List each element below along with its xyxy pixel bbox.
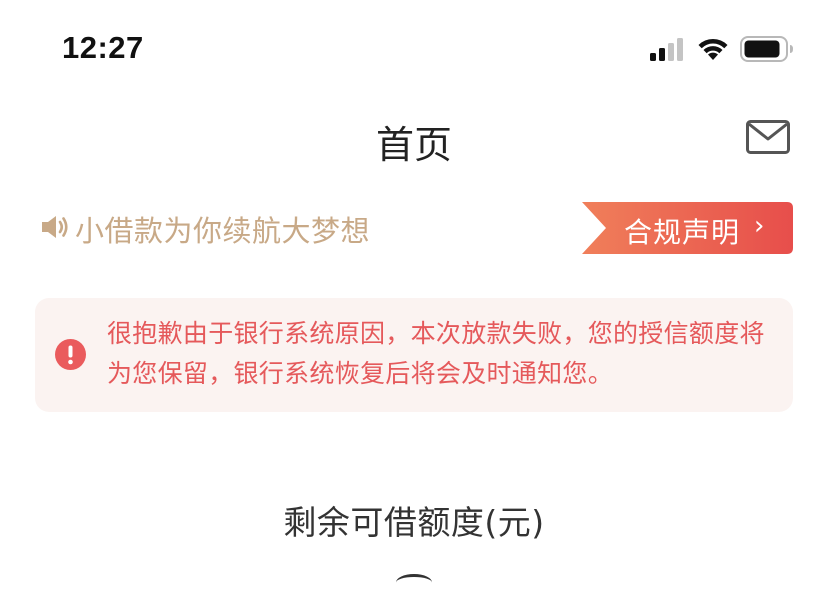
compliance-statement-button[interactable]: 合规声明 › bbox=[582, 202, 793, 254]
nav-bar: 首页 bbox=[0, 96, 828, 184]
mail-icon bbox=[746, 120, 790, 154]
credit-amount-partial bbox=[396, 574, 432, 591]
notice-text: 小借款为你续航大梦想 bbox=[75, 214, 371, 248]
status-icons bbox=[650, 36, 794, 62]
battery-icon bbox=[740, 36, 794, 62]
status-bar: 12:27 bbox=[0, 0, 828, 96]
wifi-icon bbox=[696, 36, 730, 62]
mail-button[interactable] bbox=[746, 120, 790, 154]
status-time: 12:27 bbox=[62, 30, 144, 65]
alert-icon bbox=[55, 339, 86, 370]
credit-limit-label: 剩余可借额度(元) bbox=[283, 503, 545, 542]
signal-icon bbox=[650, 37, 686, 61]
error-message: 很抱歉由于银行系统原因，本次放款失败，您的授信额度将为您保留，银行系统恢复后将会… bbox=[107, 319, 765, 388]
loan-failure-notice: 很抱歉由于银行系统原因，本次放款失败，您的授信额度将为您保留，银行系统恢复后将会… bbox=[35, 298, 793, 412]
speaker-icon bbox=[42, 216, 68, 238]
compliance-label: 合规声明 bbox=[624, 216, 741, 249]
chevron-right-icon: › bbox=[754, 211, 765, 241]
notice-bar: 小借款为你续航大梦想 合规声明 › bbox=[0, 198, 828, 258]
page-title: 首页 bbox=[375, 123, 452, 167]
